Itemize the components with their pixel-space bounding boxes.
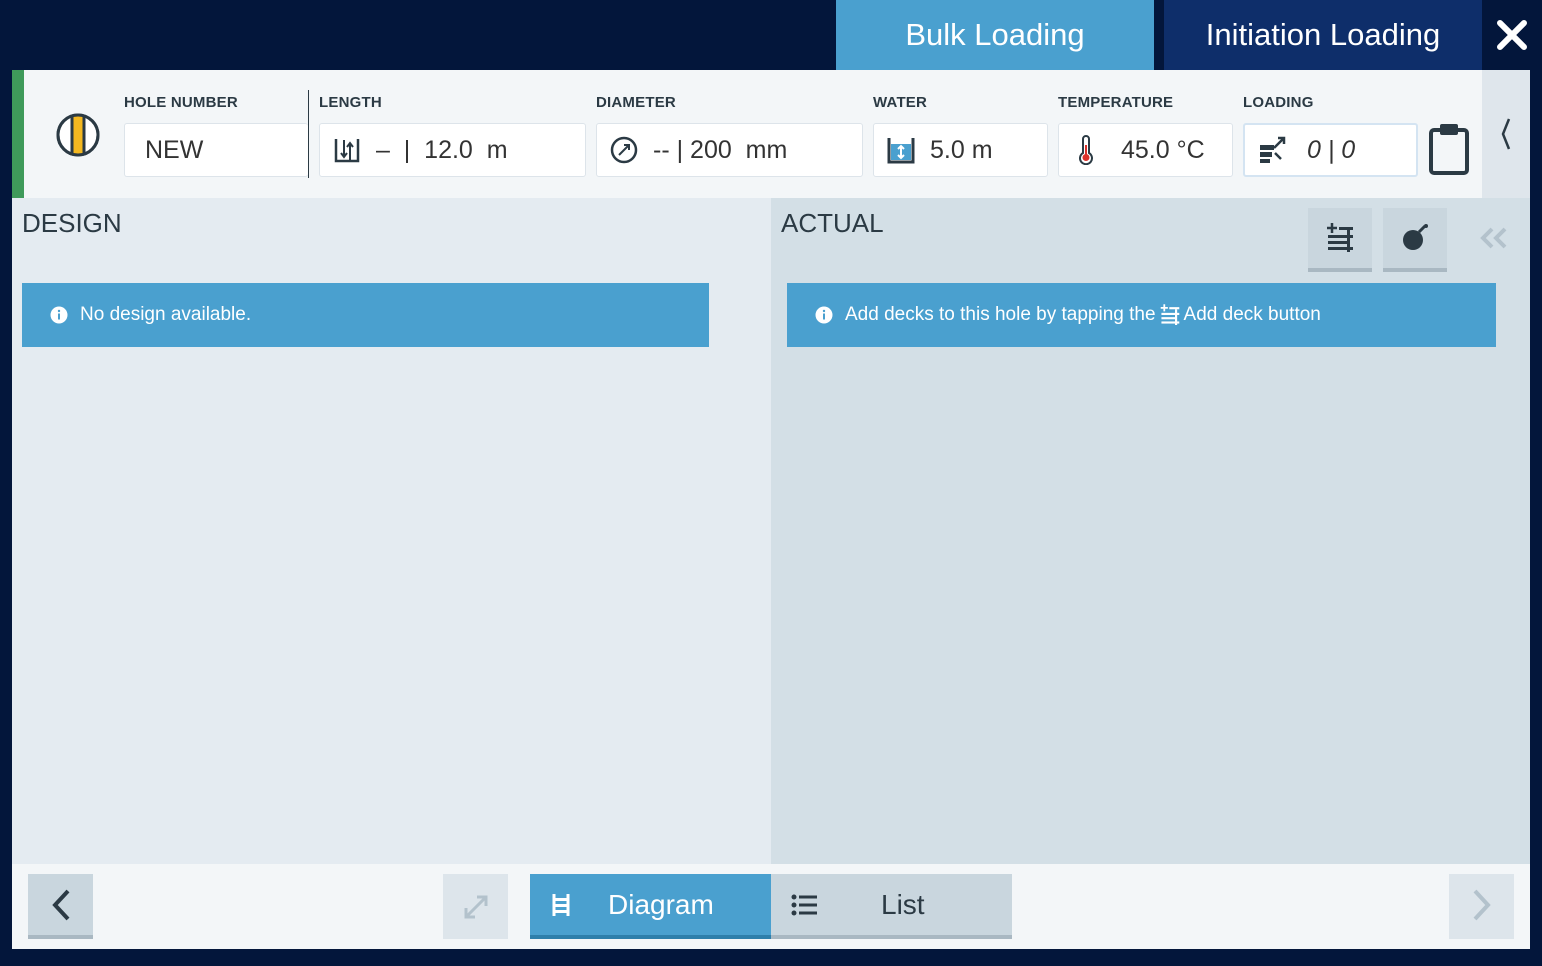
info-icon [50,306,68,324]
double-chevron-left-icon [1480,227,1507,249]
close-icon [1497,20,1527,50]
chevron-right-icon [1473,889,1491,920]
diameter-field[interactable]: -- | 200 mm [596,123,863,177]
water-field[interactable]: 5.0 m [873,123,1048,177]
chevron-left-icon [1501,118,1511,150]
primer-icon [1403,224,1428,250]
design-info-banner: No design available. [22,283,709,347]
header-divider [308,90,309,178]
diameter-value: -- | 200 mm [653,135,788,164]
length-field[interactable]: – | 12.0 m [319,123,586,177]
diagram-view-button[interactable]: Diagram [530,874,771,939]
actual-info-banner: Add decks to this hole by tapping the Ad… [787,283,1496,347]
add-deck-icon [1160,304,1179,325]
thermometer-icon [1079,135,1093,165]
collapse-header-button[interactable] [1482,70,1530,198]
temperature-field[interactable]: 45.0 °C [1058,123,1233,177]
actual-title: ACTUAL [781,208,884,238]
diagram-icon [552,893,570,916]
add-deck-button[interactable] [1308,208,1372,272]
design-column: DESIGN No design available. [12,198,771,864]
add-deck-icon [1327,223,1353,252]
diagram-label: Diagram [608,888,714,920]
diameter-icon [610,136,638,164]
next-button[interactable] [1449,874,1514,939]
loading-field[interactable]: 0 | 0 [1243,123,1418,177]
expand-icon [464,895,487,918]
temperature-label: TEMPERATURE [1058,94,1174,111]
close-button[interactable] [1482,0,1542,70]
info-icon [815,306,833,324]
loading-tabs: Bulk Loading Initiation Loading [836,0,1482,70]
view-toggle: Diagram List [530,874,1012,939]
add-primer-button[interactable] [1383,208,1447,272]
actual-column: ACTUAL Add decks to this hole by tapping… [771,198,1530,864]
length-icon [334,139,360,163]
actual-message-suffix: Add deck button [1183,304,1321,325]
length-value: – | 12.0 m [376,135,508,164]
hole-status-icon [56,113,100,157]
clipboard-icon[interactable] [1428,122,1470,176]
list-view-button[interactable]: List [771,874,1012,939]
list-label: List [881,888,925,920]
design-message: No design available. [80,304,252,325]
loading-label: LOADING [1243,94,1314,111]
footer-bar: Diagram List [12,864,1530,949]
hole-number-value: NEW [145,135,204,164]
water-label: WATER [873,94,928,111]
water-value: 5.0 m [930,135,993,164]
list-icon [791,894,817,915]
hole-number-field[interactable]: NEW [124,123,308,177]
water-icon [887,138,915,164]
collapse-panel-button[interactable] [1458,208,1530,272]
status-stripe [12,70,24,198]
tab-bulk-loading[interactable]: Bulk Loading [836,0,1154,70]
tab-initiation-loading[interactable]: Initiation Loading [1164,0,1482,70]
design-title: DESIGN [22,208,122,238]
length-label: LENGTH [319,94,382,111]
hole-panel: HOLE NUMBER NEW LENGTH – | 12.0 m DIAMET… [12,70,1530,949]
hole-number-label: HOLE NUMBER [124,94,238,111]
expand-button[interactable] [443,874,508,939]
temperature-value: 45.0 °C [1121,135,1205,164]
hole-header: HOLE NUMBER NEW LENGTH – | 12.0 m DIAMET… [12,70,1482,198]
loading-value: 0 | 0 [1307,135,1356,164]
diameter-label: DIAMETER [596,94,676,111]
previous-button[interactable] [28,874,93,939]
chevron-left-icon [51,889,69,920]
loading-icon [1260,136,1286,163]
actual-message-prefix: Add decks to this hole by tapping the [845,304,1156,325]
